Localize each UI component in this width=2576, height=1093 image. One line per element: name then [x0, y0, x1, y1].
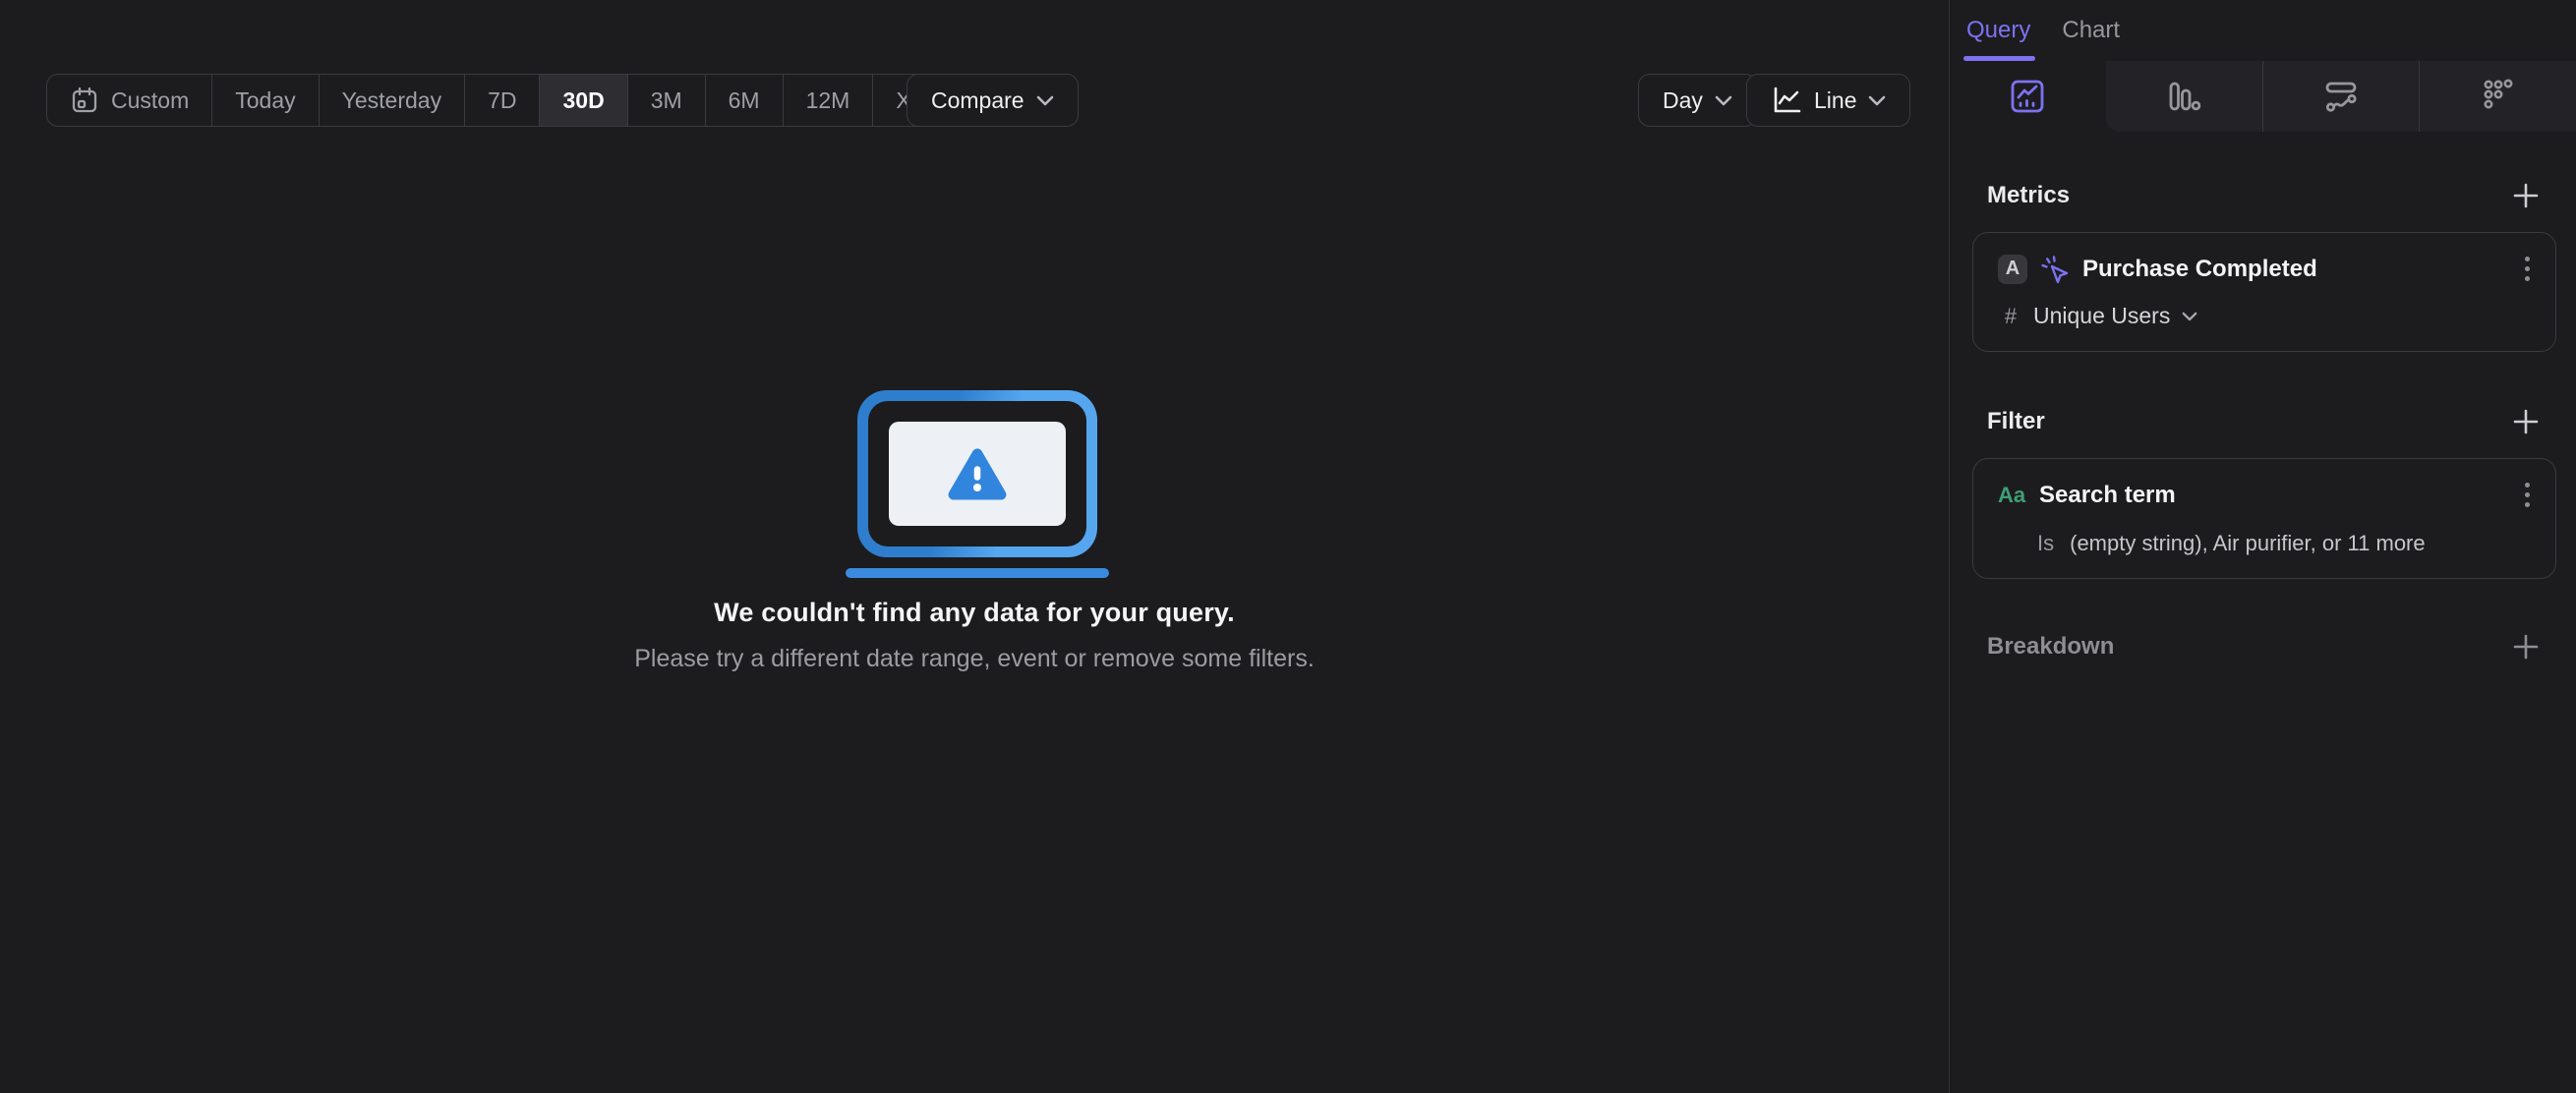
compare-button[interactable]: Compare: [907, 74, 1079, 127]
retention-dots-icon: [2479, 77, 2518, 116]
metrics-section-header: Metrics: [1950, 181, 2576, 210]
date-range-7d[interactable]: 7D: [465, 75, 541, 126]
chevron-down-icon: [1868, 95, 1886, 106]
bar-chart-icon: [2164, 77, 2203, 116]
view-tab-retention[interactable]: [2419, 61, 2576, 132]
chart-view-tab-bar: [1950, 61, 2576, 132]
date-range-custom[interactable]: Custom: [47, 75, 213, 126]
chevron-down-icon: [1715, 95, 1732, 106]
aggregation-symbol: #: [2004, 303, 2018, 328]
date-range-3m[interactable]: 3M: [628, 75, 706, 126]
flows-icon: [2321, 77, 2361, 116]
tab-chart[interactable]: Chart: [2062, 0, 2120, 61]
filter-options-menu-icon[interactable]: [2519, 479, 2536, 511]
chart-canvas-area: Custom Today Yesterday 7D 30D 3M 6M 12M …: [0, 0, 1949, 1093]
add-metric-button[interactable]: [2511, 181, 2541, 210]
breakdown-section-header: Breakdown: [1950, 632, 2576, 662]
view-tab-flows[interactable]: [2261, 61, 2420, 132]
filter-card[interactable]: Aa Search term Is (empty string), Air pu…: [1972, 458, 2556, 579]
laptop-warning-illustration: [857, 390, 1097, 557]
date-range-today[interactable]: Today: [212, 75, 320, 126]
filter-value-summary[interactable]: (empty string), Air purifier, or 11 more: [2070, 531, 2426, 556]
query-builder-sidebar: Query Chart Metrics A Purchase Completed…: [1949, 0, 2576, 1093]
insights-line-icon: [2008, 77, 2047, 116]
chevron-down-icon: [1036, 95, 1054, 106]
metric-series-badge: A: [1998, 254, 2027, 284]
warning-triangle-icon: [947, 446, 1008, 501]
insights-report-screen: Custom Today Yesterday 7D 30D 3M 6M 12M …: [0, 0, 2576, 1093]
metrics-title: Metrics: [1987, 182, 2071, 208]
add-breakdown-button[interactable]: [2511, 632, 2541, 662]
sidebar-tab-bar: Query Chart: [1950, 0, 2576, 61]
filter-title: Filter: [1987, 408, 2045, 434]
string-property-icon: Aa: [1998, 482, 2026, 507]
chevron-down-icon: [2182, 312, 2197, 321]
laptop-base: [846, 568, 1109, 578]
view-tab-bar-chart[interactable]: [2105, 61, 2262, 132]
granularity-button[interactable]: Day: [1638, 74, 1757, 127]
empty-state-title: We couldn't find any data for your query…: [714, 598, 1235, 627]
tab-query[interactable]: Query: [1962, 0, 2036, 61]
metric-event-name[interactable]: Purchase Completed: [2082, 256, 2317, 283]
line-chart-icon: [1771, 86, 1802, 115]
date-range-yesterday[interactable]: Yesterday: [320, 75, 466, 126]
aggregation-selector[interactable]: Unique Users: [2033, 303, 2170, 329]
chart-type-button[interactable]: Line: [1746, 74, 1911, 127]
empty-state-subtitle: Please try a different date range, event…: [634, 645, 1315, 672]
date-range-6m[interactable]: 6M: [706, 75, 784, 126]
filter-section-header: Filter: [1950, 407, 2576, 436]
date-range-12m[interactable]: 12M: [784, 75, 874, 126]
calendar-icon: [70, 86, 99, 115]
metric-options-menu-icon[interactable]: [2519, 253, 2536, 285]
date-range-30d[interactable]: 30D: [540, 75, 628, 126]
date-range-group: Custom Today Yesterday 7D 30D 3M 6M 12M …: [46, 74, 997, 127]
metric-card[interactable]: A Purchase Completed # Unique Users: [1972, 232, 2556, 352]
add-filter-button[interactable]: [2511, 407, 2541, 436]
view-tab-insights[interactable]: [1950, 61, 2106, 132]
filter-operator[interactable]: Is: [2037, 531, 2054, 556]
breakdown-title: Breakdown: [1987, 633, 2115, 660]
event-click-icon: [2039, 254, 2071, 285]
date-range-label: Custom: [111, 86, 190, 113]
filter-property-name[interactable]: Search term: [2039, 482, 2176, 509]
